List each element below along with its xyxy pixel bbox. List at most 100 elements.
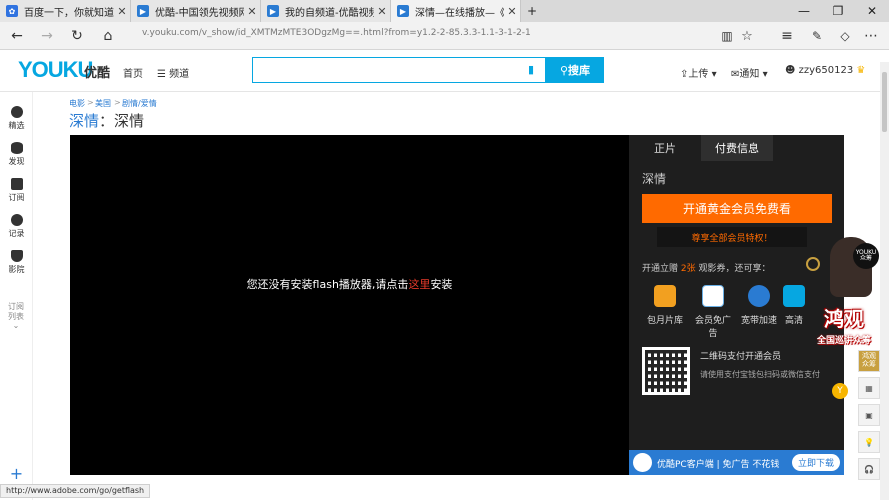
nav-channel-label: 频道 [169,69,190,80]
youku-favicon-icon: ▶ [267,5,279,17]
perk-label: 高清 [784,316,803,326]
flash-message-text: 您还没有安装flash播放器,请点击 [246,278,409,291]
tab-pay-info[interactable]: 付费信息 [701,135,773,161]
home-icon[interactable]: ⌂ [97,26,119,46]
minimize-button[interactable]: — [787,0,821,22]
tab-title: 我的自频道-优酷视频 [285,7,374,19]
favorite-star-icon[interactable]: ☆ [736,26,758,46]
lightbulb-icon[interactable]: 💡 [858,431,880,453]
sidebar-label: 订阅 [8,193,25,202]
logo-text: YOUKU [18,57,93,82]
status-bar-url: http://www.adobe.com/go/getflash [0,484,151,498]
youku-logo[interactable]: YOUKU [18,57,93,83]
chart-bars-icon[interactable]: ▮ [528,63,534,76]
title-prefix[interactable]: 深情 [69,112,99,130]
crowdfund-shortcut[interactable]: 鸿观众筹 [858,350,880,372]
refresh-icon[interactable]: ↻ [66,26,88,46]
crowdfunding-promo[interactable]: YOUKU 众筹 鸿观 全国巡讲众筹 [806,237,882,355]
close-tab-icon[interactable]: ✕ [504,5,520,18]
close-tab-icon[interactable]: ✕ [244,5,260,18]
rocket-icon [748,285,770,307]
scrollbar-thumb[interactable] [882,72,887,132]
sidebar-label: 发现 [8,157,25,166]
video-player[interactable]: 您还没有安装flash播放器,请点击这里安装 [70,135,629,475]
sidebar-item-featured[interactable]: 精选 [0,106,33,131]
browser-tab-youku-home[interactable]: ▶ 优酷-中国领先视频网站,提供 ✕ [131,0,261,22]
client-download-bar[interactable]: 优酷PC客户端 | 免广告 不花钱 立即下载 [629,450,844,475]
upload-link[interactable]: ⇪上传 ▾ [680,65,717,80]
crown-icon [10,250,23,262]
tab-main-feature[interactable]: 正片 [629,135,701,161]
ad-free-icon [702,285,724,307]
nav-channel-link[interactable]: ☰ 频道 [157,65,189,80]
share-icon[interactable]: ◇ [834,26,856,46]
panel-video-name: 深情 [642,172,667,186]
payment-qr-code [642,347,690,395]
search-icon: ⚲ [559,63,569,77]
browser-tab-channel[interactable]: ▶ 我的自频道-优酷视频 ✕ [261,0,391,22]
sidebar-item-subscribe[interactable]: 订阅 [0,178,33,203]
close-tab-icon[interactable]: ✕ [374,5,390,18]
title-separator: ： [99,112,115,130]
breadcrumb-separator: > [114,98,121,107]
user-menu[interactable]: ☻ zzy650123 ♛ [785,65,865,76]
vip-privilege-text[interactable]: 尊享全部会员特权！ [657,227,807,247]
hd-icon [783,285,805,307]
y-badge-icon[interactable]: Y [832,383,848,399]
youku-client-icon [633,453,652,472]
restore-button[interactable]: ❐ [821,0,855,22]
tab-title: 优酷-中国领先视频网站,提供 [155,7,244,19]
tab-title: 百度一下，你就知道 [24,7,114,19]
chevron-down-icon: ⌄ [12,321,20,331]
perk-no-ads[interactable]: 会员免广告 [691,285,735,339]
flash-missing-message: 您还没有安装flash播放器,请点击这里安装 [70,276,629,292]
breadcrumb-usa[interactable]: 美国 [95,98,111,109]
notify-label: 通知 [739,69,760,80]
close-window-button[interactable]: ✕ [855,0,889,22]
notification-icon[interactable]: ▣ [858,404,880,426]
address-input[interactable]: v.youku.com/v_show/id_XMTMzMTE3ODgzMg==.… [142,28,531,38]
forward-arrow-icon[interactable]: → [36,26,58,46]
qr-title: 二维码支付开通会员 [700,352,782,362]
gift-suffix: 观影券，还可享： [695,264,771,274]
sidebar-item-history[interactable]: 记录 [0,214,33,239]
reading-view-icon[interactable]: ▥ [716,26,738,46]
browser-tab-baidu[interactable]: ✿ 百度一下，你就知道 ✕ [0,0,131,22]
web-note-icon[interactable]: ✎ [806,26,828,46]
sidebar-subscription-list[interactable]: 订阅列表 ⌄ [6,302,26,331]
flash-install-link[interactable]: 这里 [408,278,430,291]
breadcrumb-separator: > [87,98,94,107]
breadcrumb-genre[interactable]: 剧情/爱情 [122,98,157,109]
sidebar-item-cinema[interactable]: 影院 [0,250,33,275]
youku-crowdfund-badge: YOUKU 众筹 [853,243,879,269]
notify-link[interactable]: ✉通知 ▾ [731,65,768,80]
hub-icon[interactable]: ≡ [776,26,798,46]
new-tab-button[interactable]: + [521,0,543,22]
download-now-button[interactable]: 立即下载 [792,454,840,471]
user-avatar-icon: ☻ [785,65,799,76]
perk-label: 包月片库 [646,316,683,326]
site-header: YOUKU 优酷 首页 ☰ 频道 ▮ ⚲ 搜库 ⇪上传 ▾ ✉通知 ▾ ☻ zz… [0,50,889,92]
search-button[interactable]: ⚲ 搜库 [546,57,604,83]
ring-icon [806,257,820,271]
clock-icon [10,214,23,226]
search-input[interactable] [252,57,546,83]
headset-icon[interactable]: 🎧 [858,458,880,480]
add-icon[interactable]: + [0,464,33,483]
perk-bandwidth[interactable]: 宽带加速 [737,285,781,326]
breadcrumb-movie[interactable]: 电影 [69,98,85,109]
sidebar-item-discover[interactable]: 发现 [0,142,33,167]
perk-hd[interactable]: 高清 [779,285,809,326]
vip-free-watch-button[interactable]: 开通黄金会员免费看 [642,194,832,223]
perk-monthly-library[interactable]: 包月片库 [643,285,687,326]
baidu-favicon-icon: ✿ [6,5,18,17]
browser-tab-video[interactable]: ▶ 深情—在线播放—《深 ✕ [391,0,521,22]
qr-code-icon[interactable]: ▦ [858,377,880,399]
youku-favicon-icon: ▶ [397,5,409,17]
back-arrow-icon[interactable]: ← [6,26,28,46]
username: zzy650123 [798,65,854,76]
more-icon[interactable]: ⋯ [860,26,882,46]
close-tab-icon[interactable]: ✕ [114,5,130,18]
eye-icon [10,142,23,154]
nav-home-link[interactable]: 首页 [123,65,143,80]
